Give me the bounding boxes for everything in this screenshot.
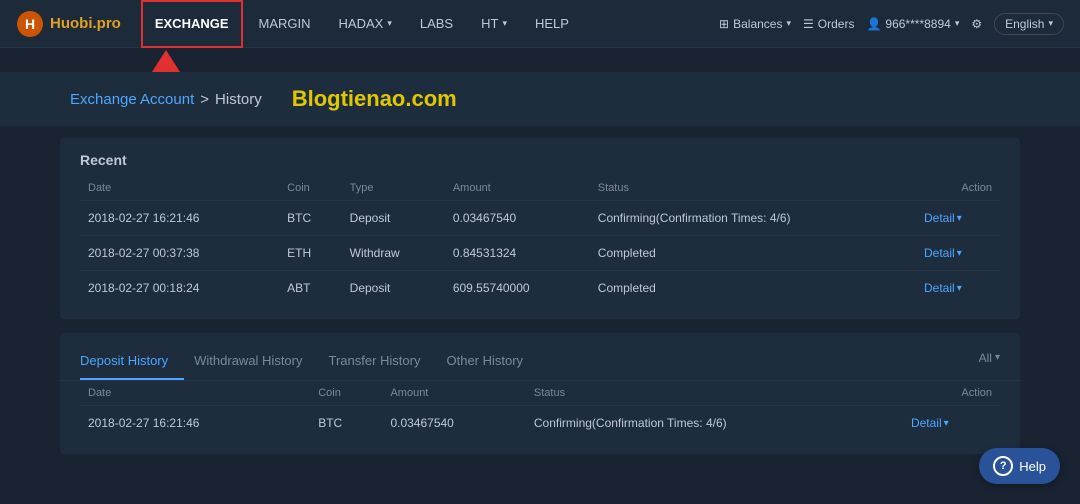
h-row1-detail-link[interactable]: Detail: [911, 416, 992, 430]
recent-title: Recent: [60, 138, 1020, 176]
row2-coin: ETH: [279, 236, 342, 271]
language-label: English: [1005, 17, 1044, 31]
row1-amount: 0.03467540: [445, 201, 590, 236]
nav-exchange[interactable]: EXCHANGE: [141, 0, 243, 48]
user-btn[interactable]: 👤 966****8894 ▾: [866, 17, 959, 31]
breadcrumb-current: History: [215, 91, 262, 108]
breadcrumb-link[interactable]: Exchange Account: [70, 91, 194, 108]
nav-help[interactable]: HELP: [523, 0, 581, 48]
row3-type: Deposit: [342, 271, 445, 306]
row3-action: Detail: [916, 271, 1000, 306]
history-table-header-row: Date Coin Amount Status Action: [80, 381, 1000, 406]
recent-table-header-row: Date Coin Type Amount Status Action: [80, 176, 1000, 201]
row1-type: Deposit: [342, 201, 445, 236]
row3-status: Completed: [590, 271, 916, 306]
nav-hadax[interactable]: HADAX ▾: [327, 0, 404, 48]
row3-amount: 609.55740000: [445, 271, 590, 306]
row1-status: Confirming(Confirmation Times: 4/6): [590, 201, 916, 236]
tab-other-history[interactable]: Other History: [446, 345, 539, 380]
help-button[interactable]: ? Help: [979, 448, 1060, 484]
h-row1-status: Confirming(Confirmation Times: 4/6): [526, 406, 903, 441]
table-row: 2018-02-27 00:18:24 ABT Deposit 609.5574…: [80, 271, 1000, 306]
balances-btn[interactable]: ⊞ Balances ▾: [719, 17, 791, 31]
nav-labs[interactable]: LABS: [408, 0, 465, 48]
svg-text:H: H: [25, 16, 35, 32]
col-amount: Amount: [445, 176, 590, 201]
h-row1-action: Detail: [903, 406, 1000, 441]
row2-type: Withdraw: [342, 236, 445, 271]
history-tabs: Deposit History Withdrawal History Trans…: [60, 333, 1020, 381]
breadcrumb-separator: >: [200, 91, 209, 108]
row3-detail-link[interactable]: Detail: [924, 281, 992, 295]
row1-coin: BTC: [279, 201, 342, 236]
main-content: Recent Date Coin Type Amount Status Acti…: [0, 126, 1080, 466]
h-col-amount: Amount: [382, 381, 525, 406]
col-coin: Coin: [279, 176, 342, 201]
row1-detail-link[interactable]: Detail: [924, 211, 992, 225]
user-arrow: ▾: [955, 18, 960, 29]
tab-deposit-history[interactable]: Deposit History: [80, 345, 184, 380]
row3-date: 2018-02-27 00:18:24: [80, 271, 279, 306]
table-row: 2018-02-27 16:21:46 BTC Deposit 0.034675…: [80, 201, 1000, 236]
row3-coin: ABT: [279, 271, 342, 306]
logo-text: Huobi.pro: [50, 15, 121, 32]
orders-icon: ☰: [803, 17, 814, 31]
watermark-text: Blogtienao.com: [292, 86, 457, 112]
col-type: Type: [342, 176, 445, 201]
table-row: 2018-02-27 16:21:46 BTC 0.03467540 Confi…: [80, 406, 1000, 441]
col-action: Action: [916, 176, 1000, 201]
row2-amount: 0.84531324: [445, 236, 590, 271]
h-row1-date: 2018-02-27 16:21:46: [80, 406, 310, 441]
logo[interactable]: H Huobi.pro: [16, 10, 121, 38]
h-col-action: Action: [903, 381, 1000, 406]
row2-action: Detail: [916, 236, 1000, 271]
recent-section: Recent Date Coin Type Amount Status Acti…: [60, 138, 1020, 319]
balances-arrow: ▾: [786, 18, 791, 29]
nav-ht[interactable]: HT ▾: [469, 0, 519, 48]
col-date: Date: [80, 176, 279, 201]
nav-right: ⊞ Balances ▾ ☰ Orders 👤 966****8894 ▾ ⚙ …: [719, 13, 1064, 35]
all-filter-btn[interactable]: All: [979, 351, 1000, 375]
navbar: H Huobi.pro EXCHANGE MARGIN HADAX ▾ LABS…: [0, 0, 1080, 48]
language-arrow: ▾: [1048, 18, 1053, 29]
help-label: Help: [1019, 459, 1046, 474]
recent-table: Date Coin Type Amount Status Action 2018…: [80, 176, 1000, 305]
history-table: Date Coin Amount Status Action 2018-02-2…: [80, 381, 1000, 440]
logo-icon: H: [16, 10, 44, 38]
settings-btn[interactable]: ⚙: [971, 17, 982, 31]
tab-withdrawal-history[interactable]: Withdrawal History: [194, 345, 318, 380]
arrow-annotation: [0, 50, 1080, 72]
nav-items: EXCHANGE MARGIN HADAX ▾ LABS HT ▾ HELP: [141, 0, 719, 48]
h-col-date: Date: [80, 381, 310, 406]
row2-status: Completed: [590, 236, 916, 271]
history-table-container: Date Coin Amount Status Action 2018-02-2…: [60, 381, 1020, 454]
settings-icon: ⚙: [971, 17, 982, 31]
h-row1-coin: BTC: [310, 406, 382, 441]
history-section: Deposit History Withdrawal History Trans…: [60, 333, 1020, 454]
recent-table-container: Date Coin Type Amount Status Action 2018…: [60, 176, 1020, 319]
row1-date: 2018-02-27 16:21:46: [80, 201, 279, 236]
h-col-status: Status: [526, 381, 903, 406]
breadcrumb-area: Exchange Account > History Blogtienao.co…: [0, 72, 1080, 126]
h-col-coin: Coin: [310, 381, 382, 406]
table-row: 2018-02-27 00:37:38 ETH Withdraw 0.84531…: [80, 236, 1000, 271]
ht-arrow-icon: ▾: [502, 18, 507, 29]
user-icon: 👤: [866, 17, 881, 31]
hadax-arrow-icon: ▾: [387, 18, 392, 29]
help-icon: ?: [993, 456, 1013, 476]
row2-detail-link[interactable]: Detail: [924, 246, 992, 260]
tab-transfer-history[interactable]: Transfer History: [329, 345, 437, 380]
h-row1-amount: 0.03467540: [382, 406, 525, 441]
language-selector[interactable]: English ▾: [994, 13, 1064, 35]
arrow-up-icon: [152, 50, 180, 72]
row2-date: 2018-02-27 00:37:38: [80, 236, 279, 271]
row1-action: Detail: [916, 201, 1000, 236]
col-status: Status: [590, 176, 916, 201]
nav-margin[interactable]: MARGIN: [247, 0, 323, 48]
balances-icon: ⊞: [719, 17, 729, 31]
orders-btn[interactable]: ☰ Orders: [803, 17, 854, 31]
